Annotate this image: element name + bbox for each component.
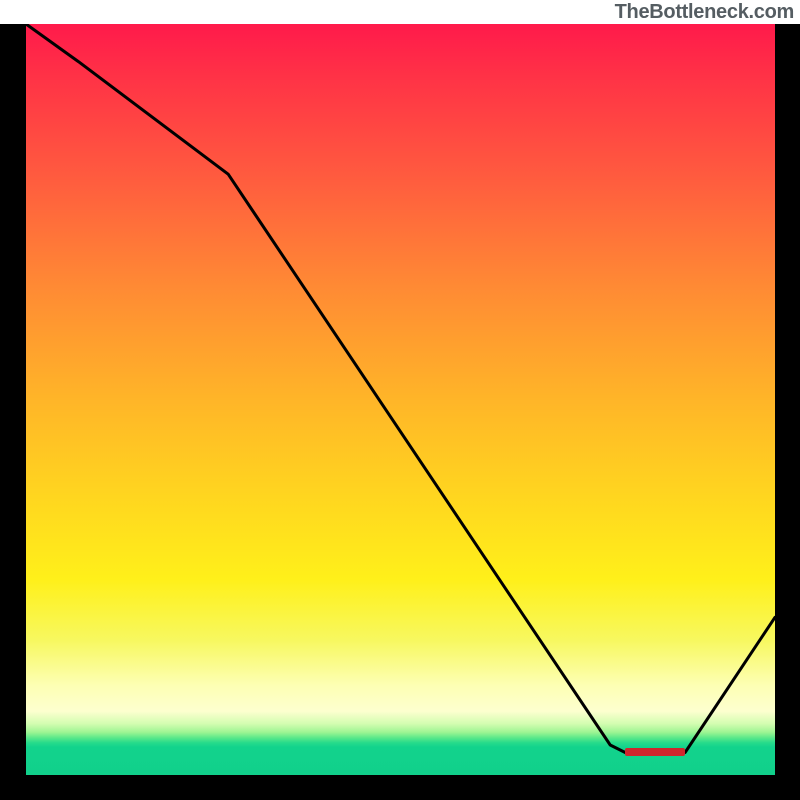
- chart-line-svg: [26, 24, 775, 775]
- optimal-range-marker: [625, 748, 685, 756]
- bottleneck-curve-path: [26, 24, 775, 753]
- chart-frame: [0, 24, 800, 800]
- chart-plot-area: [26, 24, 775, 775]
- attribution-text: TheBottleneck.com: [615, 1, 794, 24]
